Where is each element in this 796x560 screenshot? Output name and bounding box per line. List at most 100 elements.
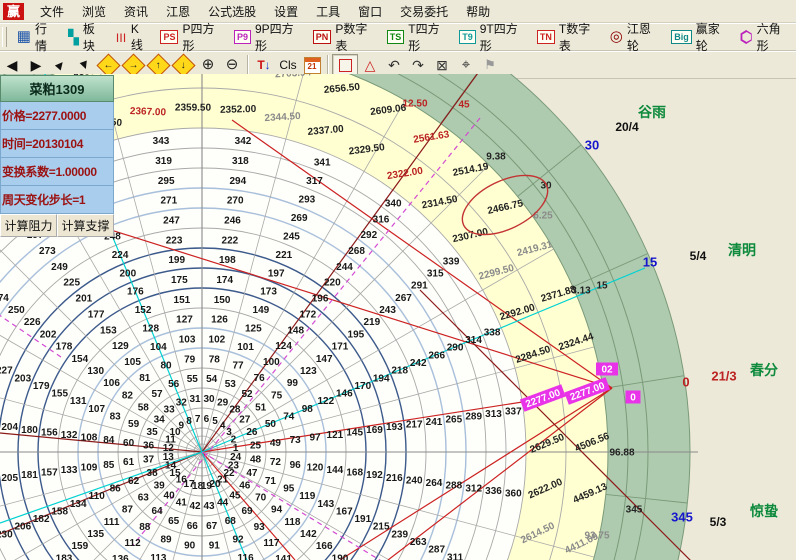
center-view-button[interactable]: ⌖: [454, 55, 478, 75]
svg-text:243: 243: [379, 305, 396, 316]
svg-text:24: 24: [230, 452, 242, 463]
toolbar-item-5[interactable]: PNP数字表: [307, 26, 381, 48]
gann-wheel-chart[interactable]: 1234567891011121314151617181920212223242…: [0, 74, 796, 560]
cls-button[interactable]: Cls: [276, 55, 300, 75]
svg-text:339: 339: [443, 256, 460, 267]
svg-text:34: 34: [154, 415, 166, 426]
svg-text:102: 102: [209, 335, 226, 346]
svg-text:250: 250: [8, 305, 25, 316]
toolbar-item-8[interactable]: TNT数字表: [531, 26, 604, 48]
forward-button[interactable]: ▶: [24, 55, 48, 75]
svg-text:43: 43: [203, 501, 215, 512]
rotate-ccw-icon: ↶: [388, 57, 400, 73]
triangle-tool-button[interactable]: △: [358, 55, 382, 75]
toolbar-item-7[interactable]: T99T四方形: [453, 26, 531, 48]
rotate-ccw-button[interactable]: ↶: [382, 55, 406, 75]
toolbar-item-10[interactable]: Big赢家轮: [665, 26, 733, 48]
svg-text:94: 94: [271, 505, 283, 516]
svg-text:50: 50: [265, 419, 277, 430]
rotate-step-ccw-button[interactable]: ▲: [48, 55, 72, 75]
delete-box-button[interactable]: ⊠: [430, 55, 454, 75]
svg-text:159: 159: [71, 541, 88, 552]
svg-text:345: 345: [626, 505, 643, 516]
calc-support-button[interactable]: 计算支撑: [57, 214, 114, 237]
price-time-axis-button[interactable]: T↓: [252, 55, 276, 75]
toolbar-item-11[interactable]: 六角形: [734, 26, 796, 48]
svg-text:25: 25: [250, 441, 262, 452]
svg-text:6: 6: [204, 414, 210, 425]
toolbar-item-6[interactable]: TST四方形: [381, 26, 453, 48]
svg-text:219: 219: [363, 317, 380, 328]
rotate-cw-button[interactable]: ↷: [406, 55, 430, 75]
forward-icon: ▶: [31, 57, 42, 73]
svg-text:98: 98: [302, 404, 314, 415]
toolbar-separator: [327, 55, 329, 75]
svg-text:149: 149: [253, 305, 270, 316]
svg-text:150: 150: [214, 295, 231, 306]
toolbar-item-1[interactable]: ▚板块: [62, 26, 110, 48]
svg-text:131: 131: [70, 396, 87, 407]
svg-text:60: 60: [123, 438, 135, 449]
svg-text:121: 121: [327, 430, 344, 441]
toolbar-item-4[interactable]: P99P四方形: [228, 26, 307, 48]
shift-down-button[interactable]: ↓: [171, 55, 196, 75]
svg-text:101: 101: [237, 342, 254, 353]
toolbar-item-2[interactable]: |||K线: [110, 26, 154, 48]
svg-text:29: 29: [217, 398, 229, 409]
menu-item-2[interactable]: 资讯: [115, 0, 157, 23]
svg-text:37: 37: [143, 455, 155, 466]
svg-text:168: 168: [346, 468, 363, 479]
svg-text:265: 265: [445, 414, 462, 425]
svg-text:172: 172: [300, 310, 317, 321]
svg-text:44: 44: [217, 497, 229, 508]
rect-tool-button[interactable]: [332, 54, 358, 76]
svg-text:268: 268: [348, 246, 365, 257]
rotate-step-cw-button[interactable]: ▼: [72, 55, 96, 75]
back-icon: ◀: [7, 57, 18, 73]
toolbar-item-3[interactable]: PSP四方形: [154, 26, 228, 48]
svg-text:147: 147: [316, 354, 333, 365]
shift-up-button[interactable]: ↑: [146, 55, 171, 75]
svg-text:0: 0: [682, 375, 689, 390]
flag-tool-button[interactable]: ⚑: [478, 55, 502, 75]
svg-text:65: 65: [168, 516, 180, 527]
svg-text:103: 103: [179, 335, 196, 346]
svg-text:84: 84: [103, 435, 115, 446]
svg-text:215: 215: [373, 522, 390, 533]
svg-text:196: 196: [312, 294, 329, 305]
svg-text:2367.00: 2367.00: [130, 106, 167, 118]
svg-text:174: 174: [216, 275, 233, 286]
svg-text:176: 176: [127, 287, 144, 298]
svg-text:8: 8: [186, 416, 192, 427]
svg-text:77: 77: [232, 361, 244, 372]
toolbar-item-label: 9T四方形: [480, 20, 525, 54]
back-button[interactable]: ◀: [0, 55, 24, 75]
svg-text:清明: 清明: [728, 242, 756, 258]
shift-right-button[interactable]: →: [121, 55, 146, 75]
svg-text:0: 0: [630, 393, 636, 404]
svg-text:120: 120: [307, 462, 324, 473]
svg-text:36: 36: [143, 441, 155, 452]
calendar-button[interactable]: 21: [300, 55, 324, 75]
toolbar-item-0[interactable]: ▦行情: [11, 26, 62, 48]
svg-text:193: 193: [386, 422, 403, 433]
svg-text:190: 190: [332, 553, 349, 560]
svg-text:166: 166: [316, 541, 333, 552]
zoom-in-button[interactable]: ⊕: [196, 55, 220, 75]
zoom-out-button[interactable]: ⊖: [220, 55, 244, 75]
svg-text:192: 192: [366, 470, 383, 481]
shift-left-button[interactable]: ←: [96, 55, 121, 75]
svg-text:143: 143: [317, 499, 334, 510]
svg-text:206: 206: [14, 522, 31, 533]
rotate-cw-icon: ↷: [412, 57, 424, 73]
toolbar-item-9[interactable]: ◎江恩轮: [604, 26, 665, 48]
svg-text:151: 151: [174, 295, 191, 306]
toolbar-item-label: 六角形: [757, 20, 790, 54]
svg-text:96.88: 96.88: [609, 448, 634, 459]
svg-text:198: 198: [219, 255, 236, 266]
svg-text:242: 242: [410, 358, 427, 369]
svg-text:81: 81: [139, 373, 151, 384]
calc-resistance-button[interactable]: 计算阻力: [0, 214, 57, 237]
svg-text:204: 204: [1, 422, 18, 433]
toolbar-separator: [247, 55, 249, 75]
